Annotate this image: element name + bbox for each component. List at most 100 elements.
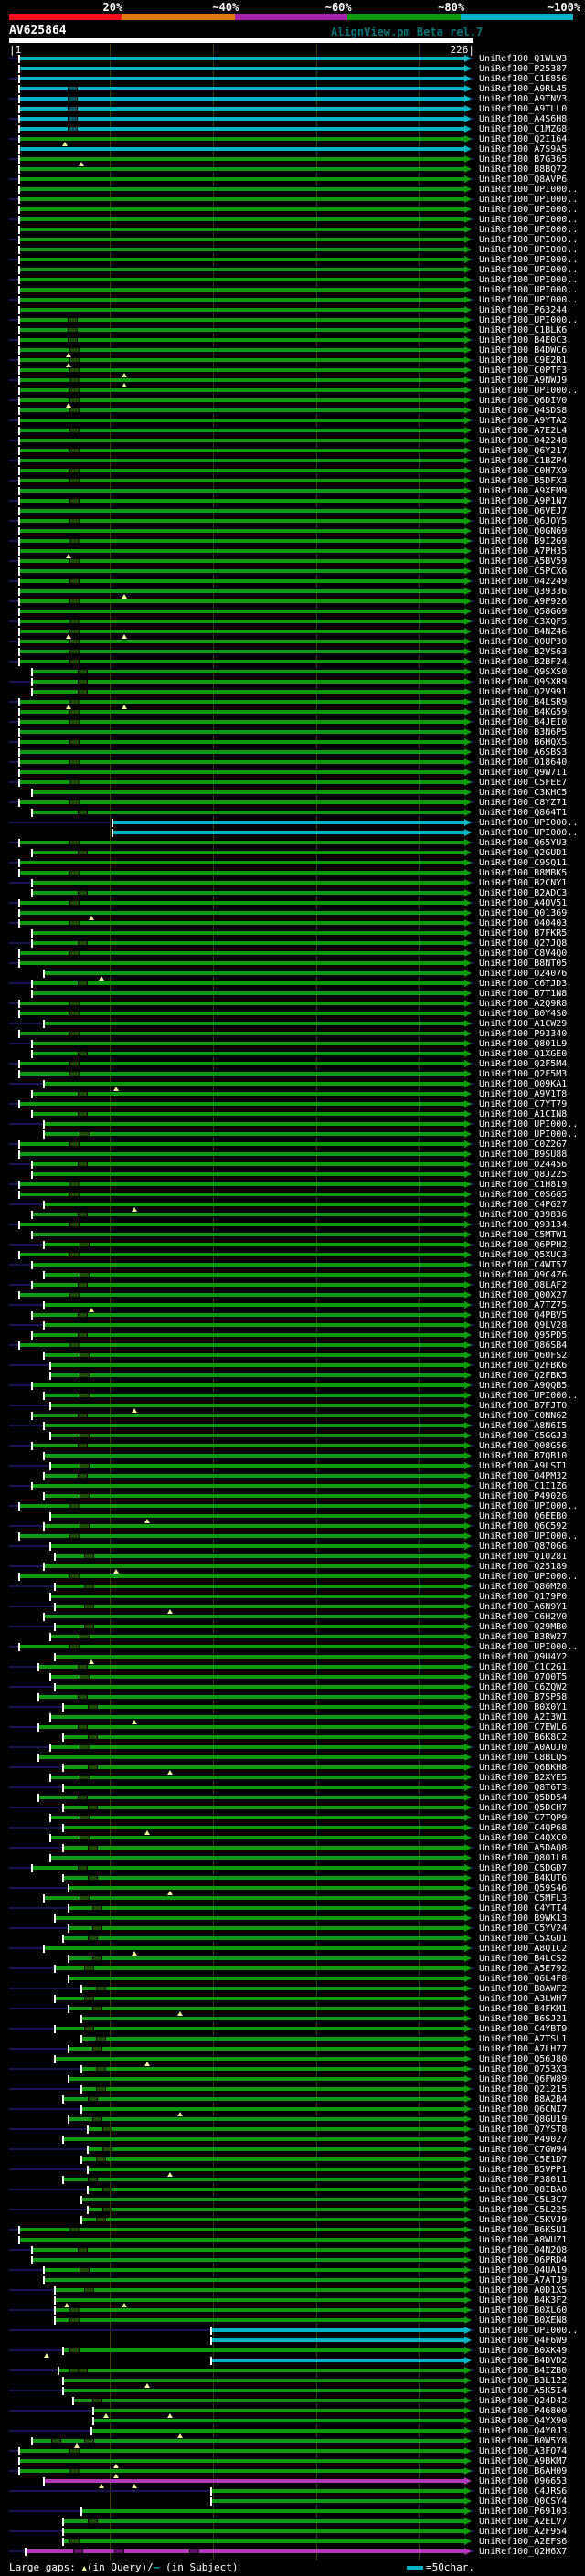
- hit-bar[interactable]: [19, 358, 464, 362]
- hit-row[interactable]: UniRef100_C1I1Z6: [0, 1481, 585, 1491]
- hit-label[interactable]: UniRef100_B7G365: [479, 154, 567, 164]
- hit-row[interactable]: UniRef100_C7GW94: [0, 2145, 585, 2155]
- hit-row[interactable]: UniRef100_B9SU88: [0, 1150, 585, 1160]
- hit-bar[interactable]: [44, 1474, 464, 1478]
- hit-bar[interactable]: [31, 1866, 464, 1870]
- hit-label[interactable]: UniRef100_P49027: [479, 2135, 567, 2145]
- hit-label[interactable]: UniRef100_B7QB10: [479, 1451, 567, 1461]
- hit-label[interactable]: UniRef100_B3L122: [479, 2376, 567, 2386]
- hit-label[interactable]: UniRef100_C4PG27: [479, 1200, 567, 1210]
- hit-label[interactable]: UniRef100_C1C2G1: [479, 1662, 567, 1672]
- hit-row[interactable]: UniRef100_B7QB10: [0, 1451, 585, 1461]
- hit-bar[interactable]: [50, 1776, 464, 1779]
- hit-bar[interactable]: [69, 1906, 464, 1910]
- hit-bar[interactable]: [80, 2017, 464, 2020]
- hit-row[interactable]: UniRef100_Q1WLW3: [0, 54, 585, 64]
- hit-bar[interactable]: [54, 1585, 464, 1588]
- hit-row[interactable]: UniRef100_A2ELV7: [0, 2517, 585, 2527]
- hit-bar[interactable]: [31, 991, 464, 995]
- hit-label[interactable]: UniRef100_UPI000..: [479, 315, 578, 325]
- hit-row[interactable]: UniRef100_Q5DCH7: [0, 1803, 585, 1813]
- hit-bar[interactable]: [58, 2369, 464, 2372]
- hit-label[interactable]: UniRef100_Q2GUD1: [479, 848, 567, 858]
- hit-bar[interactable]: [210, 2338, 464, 2342]
- hit-label[interactable]: UniRef100_UPI000..: [479, 195, 578, 205]
- hit-label[interactable]: UniRef100_A9TNV3: [479, 94, 567, 104]
- hit-row[interactable]: UniRef100_A3FQ74: [0, 2446, 585, 2456]
- hit-label[interactable]: UniRef100_A6N9Y1: [479, 1602, 567, 1612]
- hit-row[interactable]: UniRef100_C5XGU1: [0, 1934, 585, 1944]
- hit-row[interactable]: UniRef100_Q753X3: [0, 2064, 585, 2074]
- hit-bar[interactable]: [19, 217, 464, 221]
- hit-label[interactable]: UniRef100_B2ADC3: [479, 888, 567, 898]
- hit-row[interactable]: UniRef100_Q39836: [0, 1210, 585, 1220]
- hit-label[interactable]: UniRef100_Q4PBV5: [479, 1310, 567, 1320]
- hit-row[interactable]: UniRef100_Q4SDS8: [0, 406, 585, 416]
- hit-bar[interactable]: [19, 579, 464, 583]
- hit-bar[interactable]: [44, 971, 464, 975]
- hit-label[interactable]: UniRef100_A7E2L4: [479, 426, 567, 436]
- hit-row[interactable]: UniRef100_UPI000..: [0, 1572, 585, 1582]
- hit-label[interactable]: UniRef100_Q86M20: [479, 1582, 567, 1592]
- hit-row[interactable]: UniRef100_Q6Y217: [0, 446, 585, 456]
- hit-label[interactable]: UniRef100_C5L225: [479, 2205, 567, 2215]
- hit-row[interactable]: UniRef100_A9YTA2: [0, 416, 585, 426]
- hit-label[interactable]: UniRef100_UPI000..: [479, 185, 578, 195]
- hit-row[interactable]: UniRef100_B3N6P5: [0, 727, 585, 737]
- hit-row[interactable]: UniRef100_P93340: [0, 1029, 585, 1039]
- hit-row[interactable]: UniRef100_A2Q9R8: [0, 999, 585, 1009]
- hit-bar[interactable]: [19, 388, 464, 392]
- hit-row[interactable]: UniRef100_Q21215: [0, 2084, 585, 2094]
- hit-label[interactable]: UniRef100_A9NWJ9: [479, 376, 567, 386]
- hit-row[interactable]: UniRef100_B6HQX5: [0, 737, 585, 747]
- hit-bar[interactable]: [19, 469, 464, 472]
- hit-row[interactable]: UniRef100_B0Y4S0: [0, 1009, 585, 1019]
- hit-label[interactable]: UniRef100_Q2FBK5: [479, 1371, 567, 1381]
- hit-bar[interactable]: [54, 1655, 464, 1659]
- hit-label[interactable]: UniRef100_A4S6H8: [479, 114, 567, 124]
- hit-row[interactable]: UniRef100_B9WK13: [0, 1913, 585, 1924]
- hit-row[interactable]: UniRef100_A1CIN8: [0, 1109, 585, 1119]
- hit-bar[interactable]: [87, 2147, 464, 2151]
- hit-label[interactable]: UniRef100_B6HQX5: [479, 737, 567, 747]
- hit-row[interactable]: UniRef100_B4DVD2: [0, 2356, 585, 2366]
- hit-bar[interactable]: [19, 157, 464, 161]
- hit-bar[interactable]: [19, 1223, 464, 1226]
- hit-bar[interactable]: [31, 1283, 464, 1287]
- hit-label[interactable]: UniRef100_B6KSU1: [479, 2225, 567, 2235]
- hit-label[interactable]: UniRef100_B7SP58: [479, 1692, 567, 1702]
- hit-row[interactable]: UniRef100_Q2H6X7: [0, 2547, 585, 2557]
- hit-bar[interactable]: [19, 439, 464, 442]
- hit-label[interactable]: UniRef100_Q4PM32: [479, 1471, 567, 1481]
- hit-bar[interactable]: [69, 1926, 464, 1930]
- hit-row[interactable]: UniRef100_C0H7X9: [0, 466, 585, 476]
- hit-row[interactable]: UniRef100_Q2F5M4: [0, 1059, 585, 1069]
- hit-bar[interactable]: [19, 318, 464, 322]
- hit-row[interactable]: UniRef100_C4YTI4: [0, 1903, 585, 1913]
- hit-bar[interactable]: [19, 117, 464, 121]
- hit-row[interactable]: UniRef100_B6KSU1: [0, 2225, 585, 2235]
- hit-bar[interactable]: [19, 1142, 464, 1146]
- hit-bar[interactable]: [19, 77, 464, 80]
- hit-label[interactable]: UniRef100_A7TSL1: [479, 2034, 567, 2044]
- hit-bar[interactable]: [19, 197, 464, 201]
- hit-row[interactable]: UniRef100_C5DGD7: [0, 1863, 585, 1873]
- hit-bar[interactable]: [19, 459, 464, 462]
- hit-row[interactable]: UniRef100_Q8AVP6: [0, 175, 585, 185]
- hit-bar[interactable]: [44, 1454, 464, 1458]
- hit-label[interactable]: UniRef100_Q9C4Z6: [479, 1270, 567, 1280]
- hit-label[interactable]: UniRef100_Q6Y217: [479, 446, 567, 456]
- hit-row[interactable]: UniRef100_P46800: [0, 2406, 585, 2418]
- hit-label[interactable]: UniRef100_Q7YST8: [479, 2125, 567, 2135]
- hit-label[interactable]: UniRef100_B2XYE5: [479, 1773, 567, 1783]
- hit-bar[interactable]: [19, 951, 464, 955]
- hit-label[interactable]: UniRef100_Q4SDS8: [479, 406, 567, 416]
- hit-label[interactable]: UniRef100_Q179P0: [479, 1592, 567, 1602]
- hit-bar[interactable]: [19, 207, 464, 211]
- hit-label[interactable]: UniRef100_Q2V991: [479, 687, 567, 697]
- hit-row[interactable]: UniRef100_B5DFX3: [0, 476, 585, 486]
- hit-label[interactable]: UniRef100_A2ELV7: [479, 2517, 567, 2527]
- hit-label[interactable]: UniRef100_A9RL45: [479, 84, 567, 94]
- hit-row[interactable]: UniRef100_C5L225: [0, 2205, 585, 2215]
- hit-label[interactable]: UniRef100_B6SJ21: [479, 2014, 567, 2024]
